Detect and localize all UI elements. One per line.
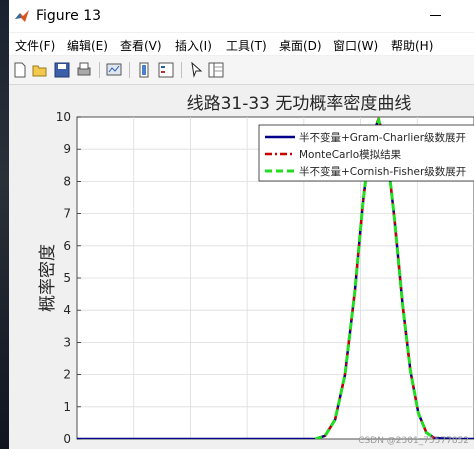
matlab-logo-icon <box>15 10 29 22</box>
legend[interactable]: 半不变量+Gram-Charlier级数展开 MonteCarlo模拟结果半不变量… <box>258 124 474 182</box>
pointer-icon[interactable] <box>187 61 205 79</box>
toolbar-separator <box>129 62 130 78</box>
menu-window[interactable]: 窗口(W) <box>333 37 378 54</box>
insert-legend-icon[interactable] <box>157 61 175 79</box>
y-tick-label: 7 <box>63 207 71 221</box>
open-file-icon[interactable] <box>31 61 49 79</box>
menu-bar: 文件(F) 编辑(E) 查看(V) 插入(I) 工具(T) 桌面(D) 窗口(W… <box>9 33 474 55</box>
property-inspector-icon[interactable] <box>207 61 225 79</box>
menu-desktop[interactable]: 桌面(D) <box>279 37 322 54</box>
menu-insert[interactable]: 插入(I) <box>175 37 212 54</box>
y-tick-label: 5 <box>63 271 71 285</box>
y-tick-label: 4 <box>63 303 71 317</box>
chart-title: 线路31-33 无功概率密度曲线 <box>187 94 412 114</box>
y-tick-label: 2 <box>63 368 71 382</box>
figure-window: Figure 13 文件(F) 编辑(E) 查看(V) 插入(I) 工具(T) … <box>9 0 474 449</box>
y-tick-label: 1 <box>63 400 71 414</box>
window-title: Figure 13 <box>36 8 102 24</box>
y-tick-label: 6 <box>63 239 71 253</box>
figure-area: 线路31-33 无功概率密度曲线 0 1 2 3 4 5 6 7 8 9 10 概率密度 半不变量+… <box>9 85 474 449</box>
y-tick-label: 9 <box>63 142 71 156</box>
insert-colorbar-icon[interactable] <box>135 61 153 79</box>
menu-view[interactable]: 查看(V) <box>120 37 162 54</box>
title-bar: Figure 13 <box>9 0 474 32</box>
toolbar-separator <box>99 62 100 78</box>
chart: 线路31-33 无功概率密度曲线 0 1 2 3 4 5 6 7 8 9 10 概率密度 半不变量+… <box>38 94 474 446</box>
watermark-text: CSDN @2301_75577852 <box>358 436 469 446</box>
toolbar <box>9 56 474 85</box>
legend-label-1: 半不变量+Gram-Charlier级数展开 <box>299 131 466 144</box>
desktop-edge <box>0 0 9 449</box>
y-axis-label: 概率密度 <box>38 244 58 312</box>
menu-file[interactable]: 文件(F) <box>15 37 55 54</box>
minimize-button[interactable] <box>424 5 448 25</box>
save-icon[interactable] <box>53 61 71 79</box>
link-plot-icon[interactable] <box>105 61 123 79</box>
y-tick-label: 8 <box>63 174 71 188</box>
toolbar-separator <box>181 62 182 78</box>
y-tick-label: 3 <box>63 335 71 349</box>
new-figure-icon[interactable] <box>11 61 29 79</box>
y-tick-label: 0 <box>63 432 71 446</box>
legend-label-2: MonteCarlo模拟结果 <box>299 148 402 161</box>
menu-help[interactable]: 帮助(H) <box>391 37 433 54</box>
menu-tools[interactable]: 工具(T) <box>226 37 267 54</box>
print-icon[interactable] <box>75 61 93 79</box>
legend-label-3: 半不变量+Cornish-Fisher级数展开 <box>299 165 466 178</box>
menu-edit[interactable]: 编辑(E) <box>67 37 108 54</box>
y-tick-label: 10 <box>56 110 71 124</box>
